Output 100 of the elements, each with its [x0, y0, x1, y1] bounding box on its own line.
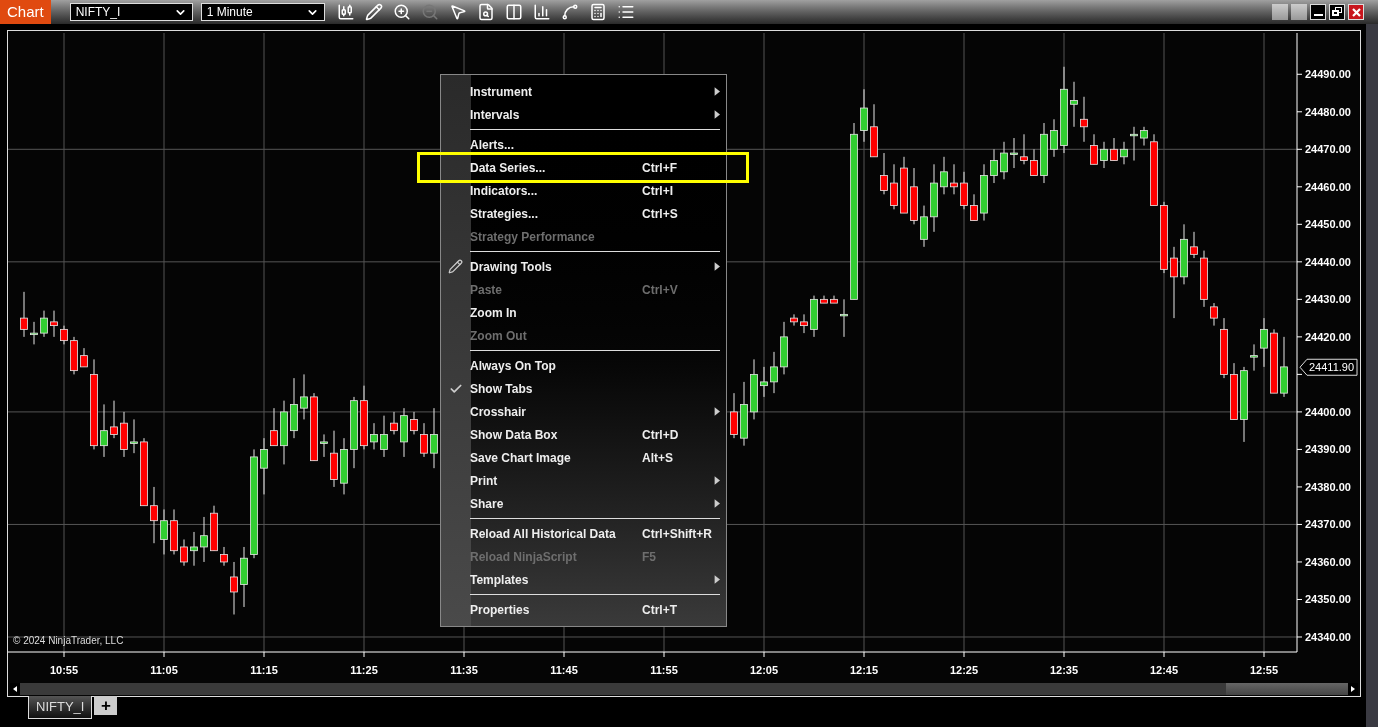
- candlestick: [210, 505, 218, 552]
- candlestick: [150, 486, 158, 544]
- pencil-icon[interactable]: [364, 3, 383, 21]
- price-label: 24420.00: [1305, 330, 1351, 343]
- candlestick: [300, 373, 308, 420]
- candlestick: [130, 418, 138, 454]
- candlestick: [40, 310, 48, 338]
- menu-item[interactable]: Show Tabs: [441, 377, 726, 400]
- price-label: 24400.00: [1305, 405, 1351, 418]
- candlestick: [1050, 118, 1058, 158]
- menu-item[interactable]: Always On Top: [441, 354, 726, 377]
- candlestick: [420, 422, 428, 458]
- time-label: 12:45: [1149, 664, 1179, 676]
- menu-item[interactable]: Reload All Historical Data Ctrl+Shift+R: [441, 522, 726, 545]
- candlestick: [790, 313, 798, 327]
- candlestick: [1100, 141, 1108, 169]
- line-graph-icon[interactable]: [560, 3, 579, 21]
- candlestick: [290, 377, 298, 439]
- price-label: 24390.00: [1305, 443, 1351, 456]
- candlestick-icon[interactable]: [336, 3, 355, 21]
- candlestick: [1020, 133, 1028, 165]
- candlestick: [70, 336, 78, 375]
- zoom-in-icon[interactable]: [392, 3, 411, 21]
- candlestick: [20, 291, 28, 338]
- menu-item[interactable]: Instrument: [441, 80, 726, 103]
- menu-item[interactable]: Show Data Box Ctrl+D: [441, 423, 726, 446]
- bar-chart-icon[interactable]: [532, 3, 551, 21]
- menu-item[interactable]: Properties Ctrl+T: [441, 598, 726, 621]
- scroll-thumb[interactable]: [1226, 683, 1348, 695]
- candlestick: [910, 167, 918, 225]
- menu-item[interactable]: Drawing Tools: [441, 255, 726, 278]
- time-label: 11:15: [250, 664, 278, 676]
- candlestick: [930, 163, 938, 233]
- menu-item[interactable]: Data Series... Ctrl+F: [417, 152, 749, 183]
- time-label: 11:05: [150, 664, 178, 676]
- candlestick: [840, 298, 848, 338]
- price-label: 24450.00: [1305, 218, 1351, 231]
- menu-item[interactable]: Share: [441, 492, 726, 515]
- candlestick: [980, 163, 988, 222]
- candlestick: [30, 321, 38, 345]
- chart-tab[interactable]: NIFTY_I: [28, 696, 93, 719]
- calculator-icon[interactable]: [588, 3, 607, 21]
- candlestick: [310, 392, 318, 462]
- candlestick: [1010, 137, 1018, 169]
- time-label: 12:15: [849, 664, 879, 676]
- restore-button[interactable]: [1329, 4, 1345, 20]
- horizontal-scrollbar[interactable]: [10, 683, 1358, 695]
- menu-item[interactable]: Intervals: [441, 103, 726, 126]
- candlestick: [360, 385, 368, 450]
- interval-dropdown[interactable]: 1 Minute: [200, 3, 325, 21]
- candlestick: [430, 407, 438, 469]
- menu-item[interactable]: Save Chart Image Alt+S: [441, 446, 726, 469]
- candlestick: [1230, 362, 1238, 420]
- close-button[interactable]: [1348, 4, 1364, 20]
- menu-item[interactable]: Templates: [441, 568, 726, 591]
- candlestick: [170, 508, 178, 555]
- menu-item[interactable]: Crosshair: [441, 400, 726, 423]
- candlestick: [400, 407, 408, 458]
- candlestick: [890, 163, 898, 210]
- list-icon[interactable]: [616, 3, 635, 21]
- candlestick: [1120, 141, 1128, 165]
- candlestick: [960, 171, 968, 210]
- candlestick: [1070, 81, 1078, 128]
- time-label: 10:55: [49, 664, 79, 676]
- candlestick: [140, 437, 148, 507]
- time-label: 12:55: [1249, 664, 1279, 676]
- candlestick: [1220, 317, 1228, 379]
- candlestick: [230, 561, 238, 615]
- candlestick: [1140, 126, 1148, 147]
- candlestick: [1110, 137, 1118, 162]
- candlestick: [390, 411, 398, 435]
- price-label: 24430.00: [1305, 293, 1351, 306]
- menu-item[interactable]: Strategies... Ctrl+S: [441, 202, 726, 225]
- menu-item[interactable]: Zoom In: [441, 301, 726, 324]
- price-label: 24340.00: [1305, 631, 1351, 643]
- candlestick: [860, 88, 868, 143]
- price-label: 24380.00: [1305, 480, 1351, 493]
- minimize-button[interactable]: [1310, 4, 1326, 20]
- time-label: 12:35: [1049, 664, 1079, 676]
- candlestick: [750, 358, 758, 420]
- time-label: 11:45: [550, 664, 578, 676]
- window-title: Chart: [0, 0, 51, 24]
- candlestick: [1090, 133, 1098, 165]
- menu-item[interactable]: Print: [441, 469, 726, 492]
- time-label: 12:25: [949, 664, 979, 676]
- instrument-dropdown[interactable]: NIFTY_I: [69, 3, 193, 21]
- price-label: 24460.00: [1305, 180, 1351, 193]
- candlestick: [1040, 122, 1048, 184]
- add-tab-button[interactable]: +: [94, 696, 118, 715]
- candlestick: [410, 411, 418, 435]
- candlestick: [120, 411, 128, 458]
- candlestick: [1210, 302, 1218, 327]
- candlestick: [280, 400, 288, 465]
- pointer-icon[interactable]: [448, 3, 467, 21]
- candlestick: [240, 546, 248, 608]
- panels-icon[interactable]: [504, 3, 523, 21]
- price-label: 24440.00: [1305, 255, 1351, 268]
- candlestick: [920, 205, 928, 248]
- document-search-icon[interactable]: [476, 3, 495, 21]
- candlestick: [270, 407, 278, 447]
